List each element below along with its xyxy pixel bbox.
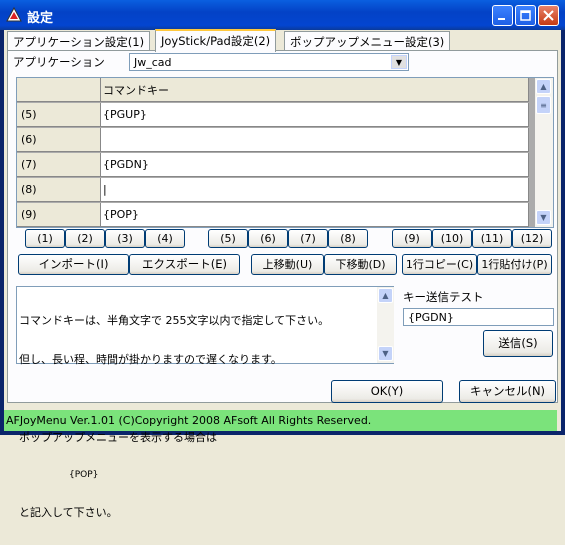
import-button[interactable]: インポート(I) (18, 254, 129, 275)
window-title: 設定 (27, 11, 54, 26)
grid-row-key: (9) (17, 203, 101, 227)
num-button-11[interactable]: (11) (472, 229, 512, 248)
num-button-10[interactable]: (10) (432, 229, 472, 248)
settings-window: 設定 アプリケーション設定(1) JoyStick/Pad設定(2) ポップアッ… (0, 0, 565, 519)
move-up-button[interactable]: 上移動(U) (251, 254, 324, 275)
grid-header: コマンドキー (17, 78, 529, 102)
key-test-input[interactable]: {PGDN} (403, 308, 554, 326)
send-button[interactable]: 送信(S) (483, 330, 553, 357)
grid-scrollbar[interactable]: ▲ ≡ ▼ (535, 78, 553, 227)
tab-application-settings[interactable]: アプリケーション設定(1) (7, 31, 151, 51)
app-icon (6, 7, 22, 22)
scroll-up-icon[interactable]: ▲ (378, 288, 393, 303)
help-line: と記入して下さい。 (19, 506, 118, 519)
help-line: {POP} (69, 470, 99, 480)
num-button-8[interactable]: (8) (328, 229, 368, 248)
cancel-button[interactable]: キャンセル(N) (459, 380, 556, 403)
num-button-6[interactable]: (6) (248, 229, 288, 248)
help-line: ポップアップメニューを表示する場合は (19, 431, 217, 444)
status-text: AFJoyMenu Ver.1.01 (C)Copyright 2008 AFs… (6, 414, 372, 427)
scroll-down-icon[interactable]: ▼ (536, 210, 551, 225)
num-button-7[interactable]: (7) (288, 229, 328, 248)
help-scrollbar[interactable]: ▲ ▼ (377, 287, 394, 363)
num-button-4[interactable]: (4) (145, 229, 185, 248)
grid-row-value[interactable]: {PGUP} (101, 103, 529, 127)
maximize-icon (520, 10, 531, 21)
help-line: 但し、長い程、時間が掛かりますので遅くなります。 (19, 353, 282, 366)
move-down-button[interactable]: 下移動(D) (324, 254, 397, 275)
num-button-3[interactable]: (3) (105, 229, 145, 248)
tab-popup-menu-settings[interactable]: ポップアップメニュー設定(3) (284, 31, 451, 51)
maximize-button[interactable] (515, 5, 536, 26)
status-bar: AFJoyMenu Ver.1.01 (C)Copyright 2008 AFs… (4, 410, 557, 431)
minimize-button[interactable] (492, 5, 513, 26)
num-button-2[interactable]: (2) (65, 229, 105, 248)
grid-row-value[interactable]: | (101, 178, 529, 202)
help-line (19, 392, 377, 405)
paste-row-button[interactable]: 1行貼付け(P) (477, 254, 552, 275)
title-bar[interactable]: 設定 (0, 0, 565, 30)
help-text-area[interactable]: コマンドキーは、半角文字で 255文字以内で指定して下さい。 但し、長い程、時間… (16, 286, 394, 519)
key-test-label: キー送信テスト (403, 290, 484, 304)
scroll-down-icon[interactable]: ▼ (378, 346, 393, 361)
num-button-12[interactable]: (12) (512, 229, 552, 248)
grid-row-value[interactable] (101, 128, 529, 152)
command-grid: コマンドキー (5) {PGUP} (6) (7) {PGDN} (8) | (… (16, 77, 554, 228)
num-button-1[interactable]: (1) (25, 229, 65, 248)
tab-joystick-settings[interactable]: JoyStick/Pad設定(2) (155, 29, 277, 52)
num-button-9[interactable]: (9) (392, 229, 432, 248)
client-area: アプリケーション設定(1) JoyStick/Pad設定(2) ポップアップメニ… (4, 29, 561, 519)
grid-row-value[interactable]: {PGDN} (101, 153, 529, 177)
application-select[interactable]: Jw_cad ▼ (129, 53, 409, 71)
joystick-settings-panel: アプリケーション Jw_cad ▼ コマンドキー (5) {PGUP} (6) (7, 50, 558, 519)
num-button-5[interactable]: (5) (208, 229, 248, 248)
grid-row-key: (5) (17, 103, 101, 127)
key-test-value: {PGDN} (408, 311, 454, 324)
grid-row-key: (6) (17, 128, 101, 152)
minimize-icon (498, 18, 505, 20)
application-select-value: Jw_cad (134, 56, 172, 69)
grid-header-command-key: コマンドキー (101, 78, 529, 102)
grid-row-value[interactable]: {POP} (101, 203, 529, 227)
grid-corner (17, 78, 101, 102)
application-label: アプリケーション (13, 55, 105, 69)
help-line: コマンドキーは、半角文字で 255文字以内で指定して下さい。 (19, 314, 330, 327)
chevron-down-icon[interactable]: ▼ (391, 55, 407, 69)
grid-row-key: (8) (17, 178, 101, 202)
ok-button[interactable]: OK(Y) (331, 380, 443, 403)
copy-row-button[interactable]: 1行コピー(C) (402, 254, 477, 275)
grid-row-key: (7) (17, 153, 101, 177)
close-icon (543, 10, 554, 21)
export-button[interactable]: エクスポート(E) (129, 254, 240, 275)
scroll-up-icon[interactable]: ▲ (536, 79, 551, 94)
close-button[interactable] (538, 5, 559, 26)
scroll-thumb[interactable]: ≡ (536, 96, 551, 114)
